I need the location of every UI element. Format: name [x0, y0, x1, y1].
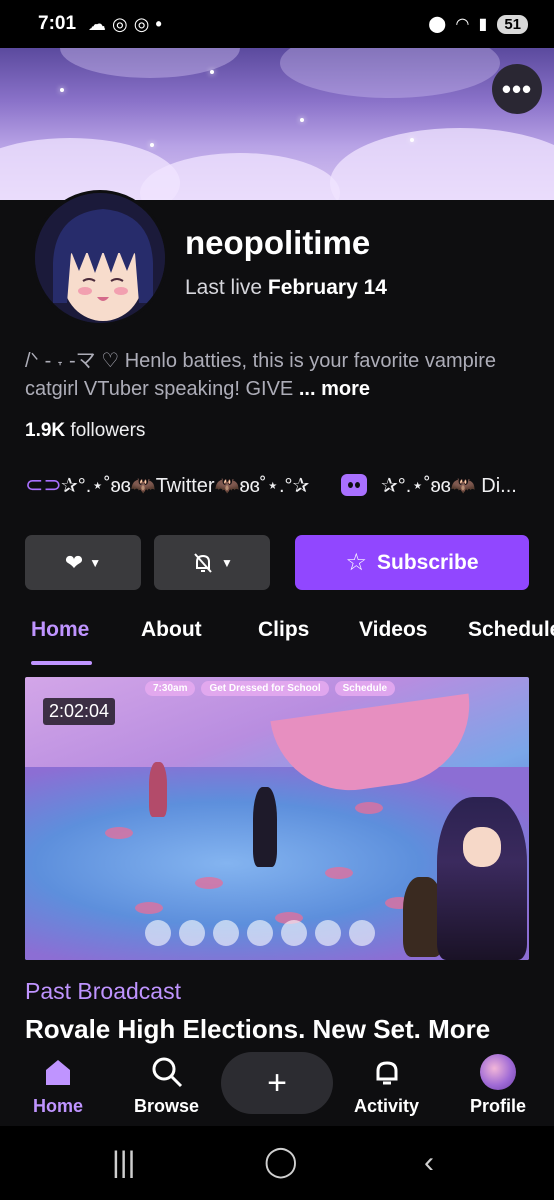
channel-banner	[0, 48, 554, 200]
status-time: 7:01	[38, 13, 77, 34]
bottom-navigation: Home Browse + Activity Profile	[0, 1044, 554, 1126]
bell-off-icon	[194, 552, 212, 573]
create-button[interactable]: +	[221, 1052, 333, 1114]
followers-count: 1.9K followers	[25, 420, 146, 441]
channel-tabs: Home About Clips Videos Schedule	[0, 614, 554, 668]
search-icon	[150, 1054, 184, 1090]
chevron-down-icon: ▼	[89, 555, 102, 570]
tab-schedule[interactable]: Schedule	[468, 618, 554, 642]
system-navigation-bar: ||| ◯ ‹	[0, 1126, 554, 1200]
video-title[interactable]: Rovale High Elections. New Set. More	[25, 1014, 530, 1044]
vtuber-overlay	[437, 797, 527, 960]
bell-icon	[371, 1054, 403, 1090]
active-tab-indicator	[31, 661, 92, 665]
channel-bio: /ᐠ - ˕ -マ ♡ Henlo batties, this is your …	[25, 350, 496, 400]
more-options-button[interactable]: •••	[492, 64, 542, 114]
nav-profile[interactable]: Profile	[470, 1054, 526, 1117]
nav-browse[interactable]: Browse	[134, 1054, 199, 1117]
signal-icon: ▮	[478, 16, 488, 33]
discord-link[interactable]: ✰°.⋆˚ʚɞ🦇 Di...	[341, 473, 521, 498]
threads-icon: ◎	[112, 13, 128, 34]
twitter-link[interactable]: ⊂⊃ ✰°.⋆˚ʚ⁠ɞ🦇Twitter🦇ʚɞ˚⋆.°✰	[25, 472, 325, 498]
weather-icon: ☁	[88, 13, 107, 34]
nav-home[interactable]: Home	[33, 1054, 83, 1117]
chevron-down-icon: ▼	[221, 555, 233, 570]
back-icon[interactable]: ‹	[424, 1146, 434, 1180]
home-icon	[42, 1054, 74, 1090]
profile-avatar	[480, 1054, 516, 1090]
video-thumbnail[interactable]: 7:30am Get Dressed for School Schedule 2…	[25, 677, 529, 960]
location-icon: ⬤	[428, 16, 447, 33]
tab-about[interactable]: About	[141, 618, 202, 642]
notification-dot-icon: •	[155, 13, 162, 34]
tab-videos[interactable]: Videos	[359, 618, 427, 642]
star-icon: ☆	[345, 549, 367, 576]
discord-icon	[341, 474, 367, 496]
channel-name: neopolitime	[185, 224, 371, 261]
threads-icon: ◎	[133, 13, 150, 34]
video-duration-badge: 2:02:04	[43, 698, 116, 725]
recent-apps-icon[interactable]: |||	[112, 1146, 135, 1180]
heart-icon: ❤	[64, 549, 84, 575]
social-links: ⊂⊃ ✰°.⋆˚ʚ⁠ɞ🦇Twitter🦇ʚɞ˚⋆.°✰ ✰°.⋆˚ʚɞ🦇 Di.…	[25, 472, 535, 498]
tab-clips[interactable]: Clips	[258, 618, 309, 642]
tab-home[interactable]: Home	[31, 618, 89, 642]
nav-activity[interactable]: Activity	[354, 1054, 419, 1117]
video-category: Past Broadcast	[25, 978, 181, 1004]
battery-icon: 51	[497, 14, 528, 34]
subscribe-button[interactable]: ☆ Subscribe	[295, 535, 529, 590]
follow-button[interactable]: ❤ ▼	[25, 535, 141, 590]
link-icon: ⊂⊃	[25, 472, 62, 497]
last-live: Last live February 14	[185, 276, 387, 299]
channel-avatar[interactable]	[32, 190, 168, 326]
wifi-icon: ◠	[456, 16, 469, 33]
home-button-icon[interactable]: ◯	[264, 1144, 298, 1179]
status-bar: 7:01 ☁ ◎ ◎ • ⬤ ◠ ▮ 51	[0, 0, 554, 48]
bio-more-link[interactable]: ... more	[299, 378, 370, 400]
notifications-button[interactable]: ▼	[154, 535, 270, 590]
